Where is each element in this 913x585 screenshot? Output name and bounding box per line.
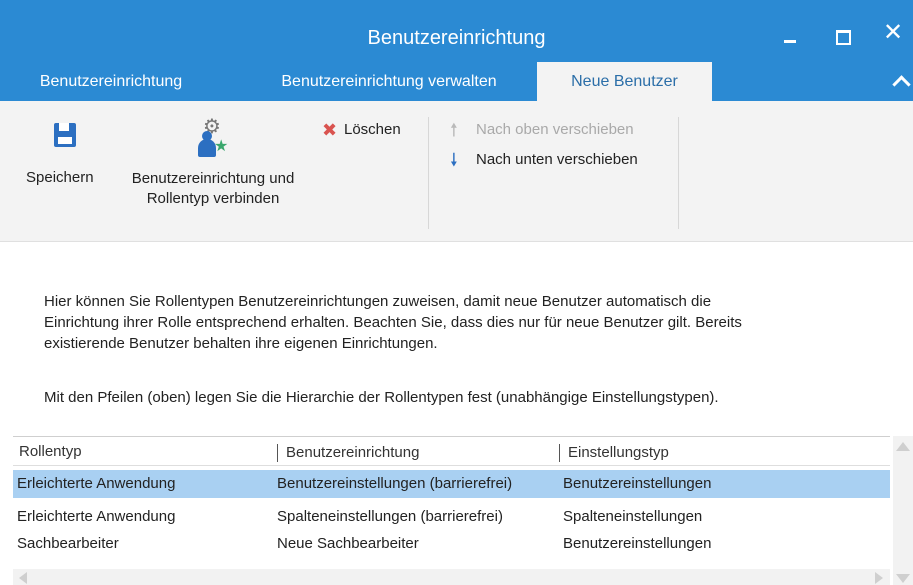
move-up-label: Nach oben verschieben <box>476 121 634 138</box>
star-icon: ★ <box>214 138 229 155</box>
column-header-einstellungstyp[interactable]: Einstellungstyp <box>559 444 879 462</box>
cell-rollentyp: Sachbearbeiter <box>17 535 119 552</box>
cell-einstellungstyp: Benutzereinstellungen <box>563 475 712 492</box>
description-line: Einrichtung ihrer Rolle entsprechend erh… <box>44 314 742 331</box>
save-button[interactable]: Speichern <box>26 119 104 193</box>
maximize-button[interactable] <box>826 22 856 52</box>
move-down-button[interactable]: 🠗 Nach unten verschieben <box>450 151 670 173</box>
table-row[interactable]: Erleichterte Anwendung Benutzereinstellu… <box>13 470 890 498</box>
move-down-label: Nach unten verschieben <box>476 151 638 168</box>
arrow-down-icon: 🠗 <box>450 150 458 170</box>
ribbon-separator <box>428 117 429 229</box>
description-text: Hier können Sie Rollentypen Benutzereinr… <box>44 291 874 354</box>
save-icon <box>54 123 76 147</box>
role-setup-table: Rollentyp Benutzereinrichtung Einstellun… <box>13 436 890 585</box>
gear-user-star-icon: ⚙ ★ <box>196 117 236 159</box>
ribbon: Speichern ⚙ ★ Benutzereinrichtung und Ro… <box>0 101 913 242</box>
tab-benutzereinrichtung[interactable]: Benutzereinrichtung <box>18 62 204 101</box>
cell-benutzereinrichtung: Spalteneinstellungen (barrierefrei) <box>277 508 503 525</box>
save-button-label: Speichern <box>26 169 94 186</box>
vertical-scrollbar[interactable] <box>893 436 913 585</box>
title-bar: Benutzereinrichtung ✕ <box>0 0 913 62</box>
collapse-ribbon-chevron-up-icon[interactable] <box>889 68 913 92</box>
connect-label-line2: Rollentyp verbinden <box>146 190 280 207</box>
arrow-up-icon: 🠕 <box>450 120 458 140</box>
delete-button[interactable]: ✖ Löschen <box>322 121 417 143</box>
horizontal-scrollbar[interactable] <box>13 569 890 585</box>
hierarchy-hint: Mit den Pfeilen (oben) legen Sie die Hie… <box>44 389 719 406</box>
column-header-benutzereinrichtung[interactable]: Benutzereinrichtung <box>277 444 559 462</box>
cell-einstellungstyp: Spalteneinstellungen <box>563 508 703 525</box>
description-line: Hier können Sie Rollentypen Benutzereinr… <box>44 293 712 310</box>
cell-benutzereinrichtung: Benutzereinstellungen (barrierefrei) <box>277 475 513 492</box>
cell-benutzereinrichtung: Neue Sachbearbeiter <box>277 535 419 552</box>
tab-benutzereinrichtung-verwalten[interactable]: Benutzereinrichtung verwalten <box>254 62 524 101</box>
cell-einstellungstyp: Benutzereinstellungen <box>563 535 712 552</box>
column-header-rollentyp[interactable]: Rollentyp <box>19 437 277 467</box>
scroll-right-arrow-icon[interactable] <box>875 572 883 584</box>
scroll-left-arrow-icon[interactable] <box>19 572 27 584</box>
description-line: existierende Benutzer behalten ihre eige… <box>44 335 438 352</box>
tab-bar: Benutzereinrichtung Benutzereinrichtung … <box>0 62 913 101</box>
cell-rollentyp: Erleichterte Anwendung <box>17 475 176 492</box>
ribbon-separator <box>678 117 679 229</box>
cell-rollentyp: Erleichterte Anwendung <box>17 508 176 525</box>
move-up-button[interactable]: 🠕 Nach oben verschieben <box>450 121 670 143</box>
x-icon: ✖ <box>322 120 338 140</box>
table-header: Rollentyp Benutzereinrichtung Einstellun… <box>13 436 890 466</box>
scroll-down-arrow-icon[interactable] <box>896 574 910 583</box>
close-button[interactable]: ✕ <box>878 18 908 48</box>
delete-button-label: Löschen <box>344 121 401 138</box>
scroll-up-arrow-icon[interactable] <box>896 442 910 451</box>
connect-label-line1: Benutzereinrichtung und <box>131 170 295 187</box>
minimize-button[interactable] <box>774 22 804 52</box>
table-row[interactable]: Erleichterte Anwendung Spalteneinstellun… <box>13 503 890 531</box>
table-row[interactable]: Sachbearbeiter Neue Sachbearbeiter Benut… <box>13 530 890 558</box>
connect-setup-role-button[interactable]: ⚙ ★ Benutzereinrichtung und Rollentyp ve… <box>112 117 314 217</box>
tab-neue-benutzer[interactable]: Neue Benutzer <box>537 62 712 101</box>
connect-button-label: Benutzereinrichtung und Rollentyp verbin… <box>112 169 314 209</box>
